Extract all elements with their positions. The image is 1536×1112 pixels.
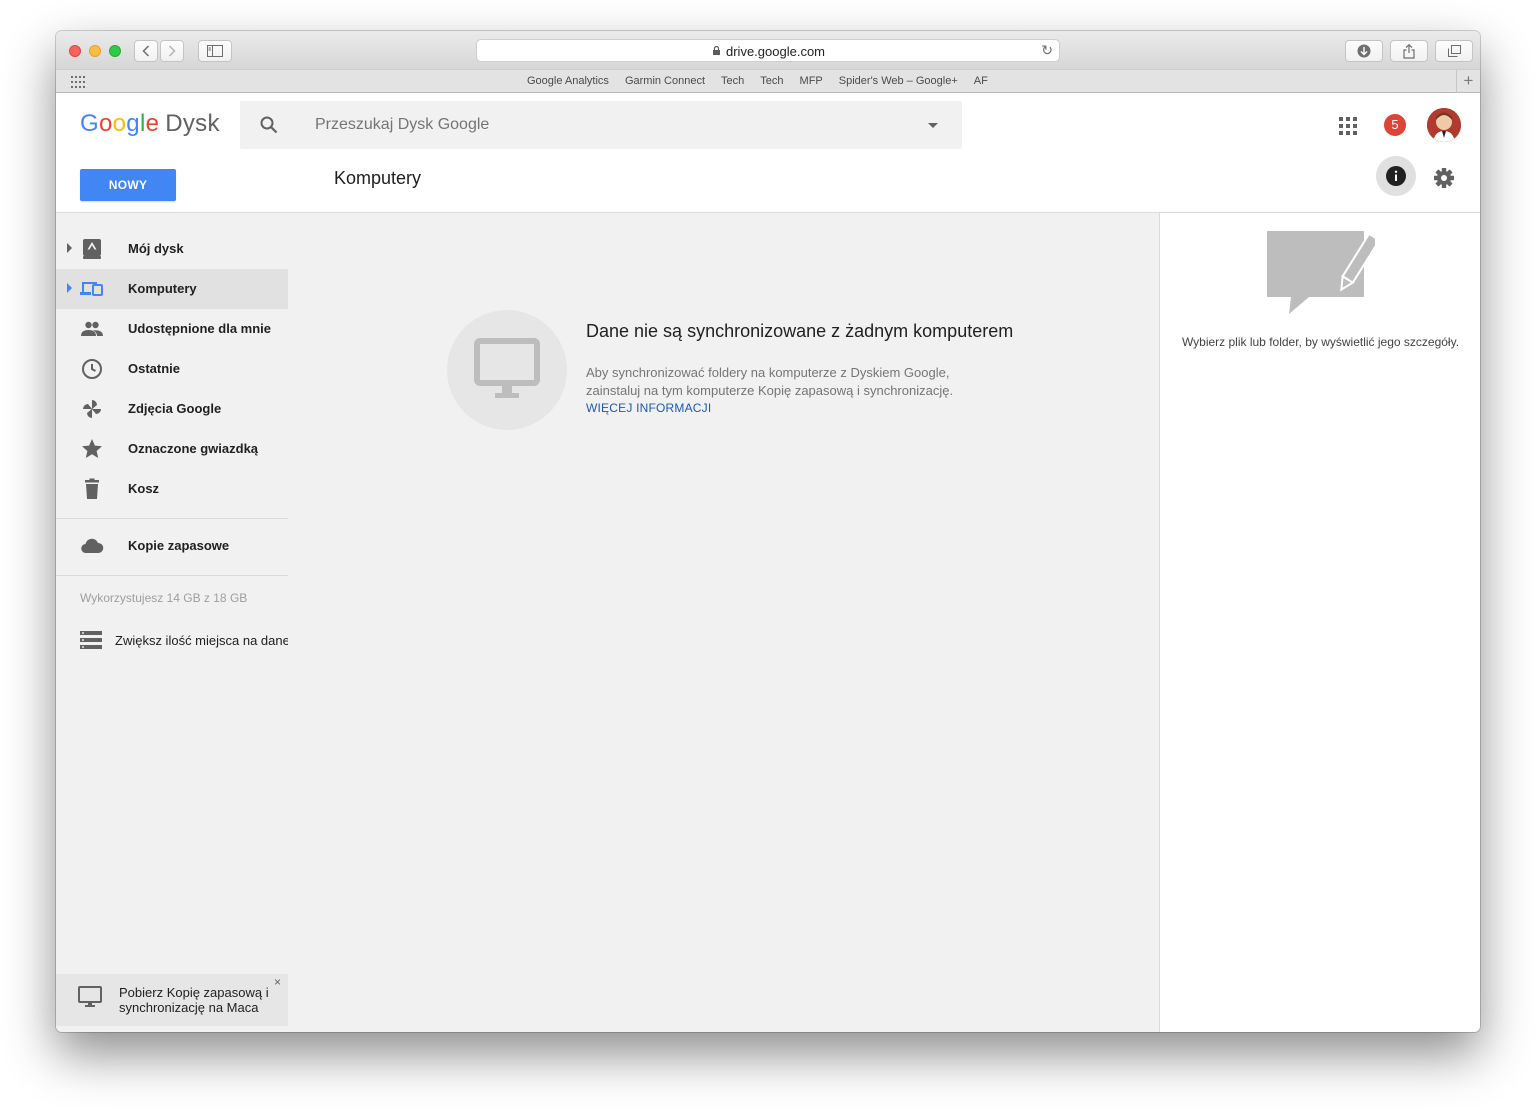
page-title[interactable]: Komputery <box>334 168 421 189</box>
minimize-window-button[interactable] <box>89 45 101 57</box>
forward-button[interactable] <box>160 40 184 62</box>
expand-arrow-icon[interactable] <box>67 283 72 293</box>
empty-state-description: Aby synchronizować foldery na komputerze… <box>586 365 954 398</box>
upgrade-storage-link[interactable]: Zwiększ ilość miejsca na dane <box>56 625 290 657</box>
sidebar-item-trash[interactable]: Kosz <box>56 469 288 509</box>
sidebar-item-backups[interactable]: Kopie zapasowe <box>56 526 288 566</box>
drive-header: Google Dysk Przeszukaj Dysk Google 5 NOW… <box>56 93 1480 213</box>
sidebar-divider <box>56 575 288 576</box>
empty-state-illustration <box>447 310 567 430</box>
new-button[interactable]: NOWY <box>80 169 176 201</box>
share-icon <box>1403 43 1415 59</box>
apps-grid-icon[interactable] <box>1339 117 1357 135</box>
bookmark-item[interactable]: Tech <box>760 75 783 87</box>
bookmarks-bar: Google Analytics Garmin Connect Tech Tec… <box>56 69 1480 93</box>
sidebar-item-label: Kopie zapasowe <box>128 538 230 553</box>
bookmark-item[interactable]: MFP <box>800 75 823 87</box>
browser-window: drive.google.com ↻ Google Analytics Garm… <box>56 31 1480 1032</box>
more-info-link[interactable]: WIĘCEJ INFORMACJI <box>586 401 711 415</box>
tabs-overview-button[interactable] <box>1435 40 1473 62</box>
sidebar-toggle-button[interactable] <box>198 40 232 62</box>
tabs-icon <box>1447 45 1461 57</box>
main-content: Dane nie są synchronizowane z żadnym kom… <box>288 213 1159 1032</box>
share-button[interactable] <box>1390 40 1428 62</box>
upgrade-storage-label: Zwiększ ilość miejsca na dane <box>115 633 290 648</box>
sidebar-item-label: Zdjęcia Google <box>128 401 222 416</box>
fullscreen-window-button[interactable] <box>109 45 121 57</box>
browser-toolbar: drive.google.com ↻ <box>56 31 1480 69</box>
my-drive-icon <box>83 239 101 259</box>
address-bar[interactable]: drive.google.com ↻ <box>476 39 1060 62</box>
people-icon <box>81 321 103 336</box>
gear-icon[interactable] <box>1432 166 1456 190</box>
download-icon <box>1357 44 1371 58</box>
search-input[interactable]: Przeszukaj Dysk Google <box>315 116 489 134</box>
grid-icon[interactable] <box>71 76 87 88</box>
storage-usage-text: Wykorzystujesz 14 GB z 18 GB <box>80 591 248 605</box>
back-button[interactable] <box>134 40 158 62</box>
user-avatar-icon <box>1427 108 1461 142</box>
clock-icon <box>82 359 102 379</box>
sidebar-item-label: Oznaczone gwiazdką <box>128 441 259 456</box>
product-name: Dysk <box>165 110 220 137</box>
sidebar-item-label: Kosz <box>128 481 160 496</box>
avatar[interactable] <box>1427 108 1461 142</box>
chevron-left-icon <box>142 45 150 57</box>
bookmark-item[interactable]: AF <box>974 75 988 87</box>
pinwheel-icon <box>83 400 101 418</box>
sidebar-item-recent[interactable]: Ostatnie <box>56 349 288 389</box>
sidebar-icon <box>207 45 223 57</box>
close-window-button[interactable] <box>69 45 81 57</box>
trash-icon <box>85 478 99 499</box>
notifications-badge[interactable]: 5 <box>1384 114 1406 136</box>
comment-edit-icon <box>1267 231 1375 314</box>
sidebar-item-label: Ostatnie <box>128 361 181 376</box>
search-box[interactable]: Przeszukaj Dysk Google <box>240 101 962 149</box>
close-icon[interactable]: × <box>274 975 281 989</box>
chevron-right-icon <box>168 45 176 57</box>
empty-state-title: Dane nie są synchronizowane z żadnym kom… <box>586 321 1014 341</box>
search-options-icon[interactable] <box>928 123 938 128</box>
bookmark-item[interactable]: Tech <box>721 75 744 87</box>
search-icon[interactable] <box>260 116 278 134</box>
computers-icon <box>80 282 103 296</box>
new-tab-button[interactable]: + <box>1456 70 1480 93</box>
sidebar-item-photos[interactable]: Zdjęcia Google <box>56 389 288 429</box>
lock-icon <box>713 46 720 55</box>
cloud-icon <box>81 538 104 554</box>
drive-logo[interactable]: Google Dysk <box>80 110 220 138</box>
sidebar-item-shared[interactable]: Udostępnione dla mnie <box>56 309 288 349</box>
monitor-icon <box>474 338 540 398</box>
bookmark-item[interactable]: Garmin Connect <box>625 75 705 87</box>
star-icon <box>82 439 102 458</box>
promo-text: Pobierz Kopię zapasową i synchronizację … <box>119 985 269 1015</box>
details-panel: Wybierz plik lub folder, by wyświetlić j… <box>1159 213 1480 1032</box>
storage-icon <box>80 631 102 649</box>
sidebar-item-computers[interactable]: Komputery <box>56 269 288 309</box>
sidebar: Mój dysk Komputery Udostępnione dla mnie… <box>56 213 290 1032</box>
sidebar-item-starred[interactable]: Oznaczone gwiazdką <box>56 429 288 469</box>
bookmark-item[interactable]: Spider's Web – Google+ <box>839 75 958 87</box>
details-hint-text: Wybierz plik lub folder, by wyświetlić j… <box>1181 335 1460 349</box>
sidebar-item-label: Mój dysk <box>128 241 184 256</box>
info-icon <box>1386 166 1406 186</box>
expand-arrow-icon[interactable] <box>67 243 72 253</box>
details-toggle-button[interactable] <box>1376 156 1416 196</box>
sidebar-divider <box>56 518 288 519</box>
sidebar-item-label: Udostępnione dla mnie <box>128 321 272 336</box>
downloads-button[interactable] <box>1345 40 1383 62</box>
desktop-icon <box>78 986 102 1007</box>
sidebar-item-label: Komputery <box>128 281 197 296</box>
reload-icon[interactable]: ↻ <box>1041 42 1053 59</box>
sidebar-item-my-drive[interactable]: Mój dysk <box>56 229 288 269</box>
backup-sync-promo[interactable]: Pobierz Kopię zapasową i synchronizację … <box>56 974 288 1026</box>
bookmark-item[interactable]: Google Analytics <box>527 75 609 87</box>
url-text: drive.google.com <box>726 44 825 59</box>
